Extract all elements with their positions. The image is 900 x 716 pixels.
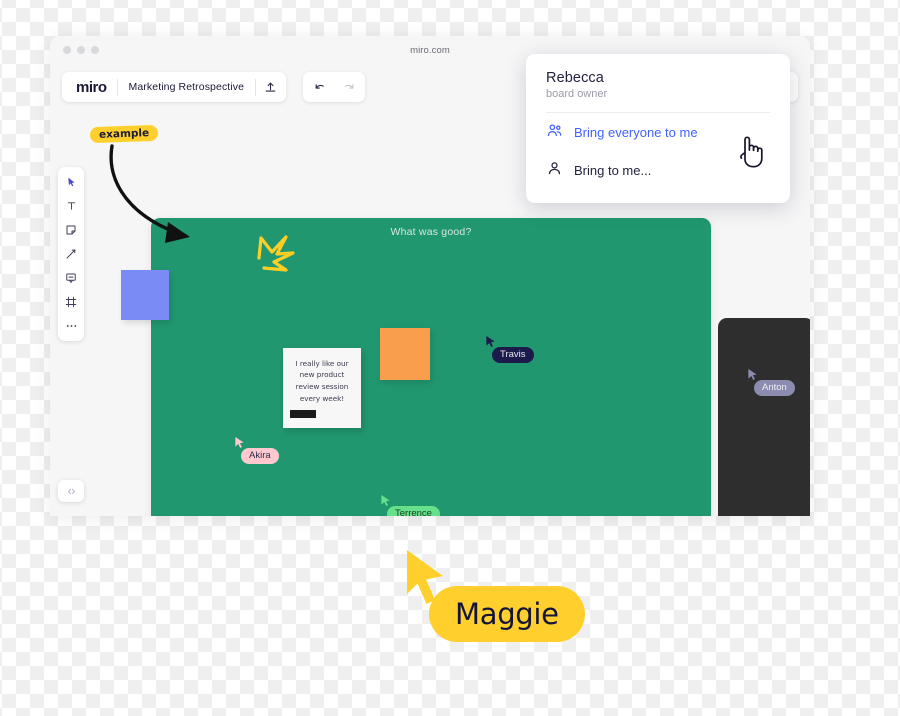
upload-icon[interactable] — [256, 73, 284, 101]
frame-title: What was good? — [390, 226, 472, 238]
cursor-anton: Anton — [747, 368, 795, 396]
cursor-arrow-icon — [381, 495, 390, 506]
sticky-note-author-bar — [290, 410, 316, 419]
cursor-arrow-icon — [748, 369, 757, 380]
blue-square[interactable] — [121, 270, 169, 320]
more-tools-icon[interactable] — [61, 317, 81, 335]
undo-icon[interactable] — [306, 73, 334, 101]
cursor-arrow-icon — [486, 336, 495, 347]
collapse-panel-icon[interactable] — [58, 480, 84, 502]
left-tool-palette — [58, 167, 84, 341]
cursor-label: Anton — [754, 380, 795, 396]
frame-what-was-good[interactable]: What was good? I really like our new pro… — [151, 218, 711, 516]
people-group-icon — [546, 122, 563, 142]
miro-logo[interactable]: miro — [64, 79, 117, 96]
big-cursor-label: Maggie — [429, 586, 585, 642]
big-cursor-maggie: Maggie — [402, 548, 585, 642]
orange-square[interactable] — [380, 328, 430, 380]
text-tool[interactable] — [61, 197, 81, 215]
cursor-travis: Travis — [485, 335, 534, 363]
starburst-doodle-icon — [257, 235, 295, 272]
example-annotation-tag: example — [89, 124, 159, 144]
sticky-note-tool[interactable] — [61, 221, 81, 239]
dark-side-panel[interactable]: Anton — [718, 318, 810, 516]
undo-redo-group — [303, 72, 365, 102]
cursor-akira: Akira — [234, 436, 279, 464]
pen-tool[interactable] — [61, 245, 81, 263]
curved-arrow-icon — [109, 144, 190, 243]
menu-item-label: Bring everyone to me — [574, 124, 698, 140]
frame-tool[interactable] — [61, 293, 81, 311]
sticky-note[interactable]: I really like our new product review ses… — [283, 348, 361, 428]
cursor-label: Travis — [492, 347, 534, 363]
select-tool[interactable] — [61, 173, 81, 191]
cursor-arrow-icon — [235, 437, 244, 448]
popover-user-role: board owner — [546, 88, 608, 100]
comment-tool[interactable] — [61, 269, 81, 287]
bring-to-me-button[interactable]: Bring to me... — [526, 151, 790, 189]
cursor-label: Terrence — [387, 506, 440, 516]
sticky-note-text: I really like our new product review ses… — [295, 358, 349, 403]
menu-item-label: Bring to me... — [574, 162, 652, 178]
popover-user-name: Rebecca — [546, 70, 604, 86]
board-name-label[interactable]: Marketing Retrospective — [118, 81, 256, 93]
presence-popover: Rebecca board owner Bring everyone to me… — [526, 54, 790, 203]
redo-icon[interactable] — [334, 73, 362, 101]
person-icon — [546, 160, 563, 180]
board-title-group: miro Marketing Retrospective — [62, 72, 287, 102]
bring-everyone-to-me-button[interactable]: Bring everyone to me — [526, 113, 790, 151]
cursor-label: Akira — [241, 448, 279, 464]
cursor-terrence: Terrence — [380, 494, 440, 516]
